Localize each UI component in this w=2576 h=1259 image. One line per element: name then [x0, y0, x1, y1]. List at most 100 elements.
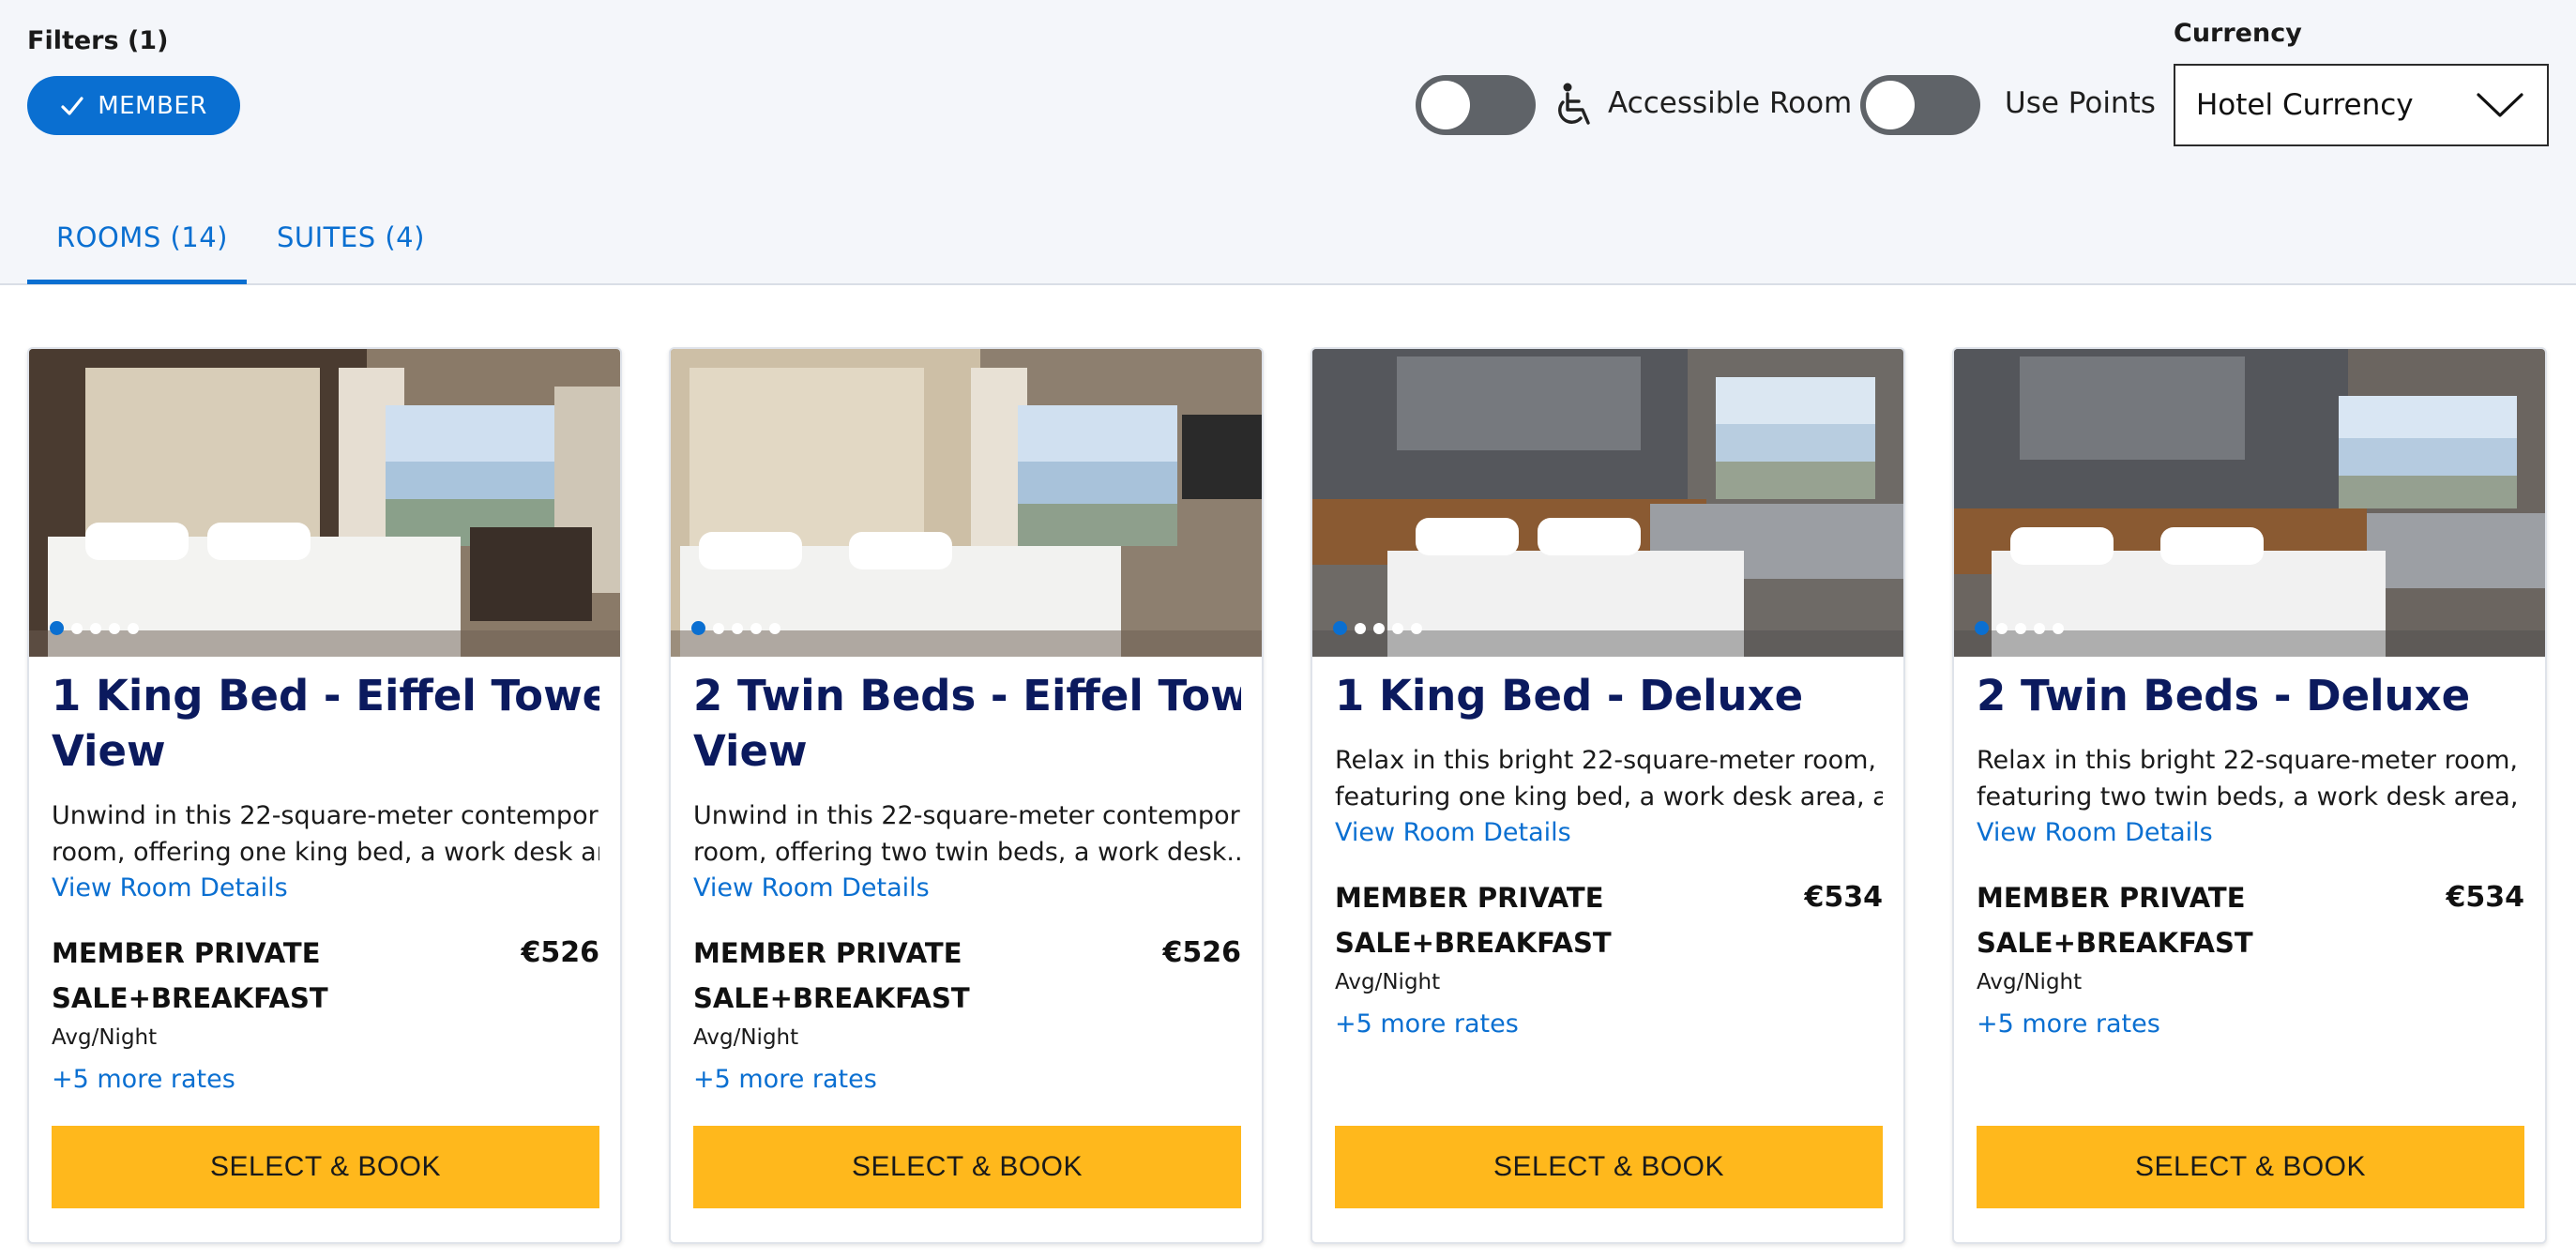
toggle-knob — [1421, 81, 1470, 129]
rate-name-line: MEMBER PRIVATE — [1335, 882, 1604, 914]
carousel-dots — [1333, 621, 1422, 635]
room-title-line: View — [693, 726, 808, 776]
room-card: 1 King Bed - Deluxe Relax in this bright… — [1311, 347, 1905, 1244]
wheelchair-icon — [1558, 83, 1590, 125]
room-title: 2 Twin Beds - Deluxe — [1977, 668, 2524, 723]
carousel-dot[interactable] — [1333, 621, 1347, 635]
rate-name: MEMBER PRIVATE SALE+BREAKFAST — [1335, 875, 1710, 965]
avg-night-label: Avg/Night — [1977, 970, 2083, 994]
carousel-dot[interactable] — [750, 622, 762, 634]
rate-price: €534 — [1804, 881, 1884, 914]
room-description-line: Relax in this bright 22-square-meter roo… — [1977, 746, 2519, 775]
room-description: Unwind in this 22-square-meter contempor… — [693, 797, 1241, 871]
rate-name-line: SALE+BREAKFAST — [52, 982, 328, 1014]
carousel-dot[interactable] — [50, 621, 64, 635]
rate-name-line: MEMBER PRIVATE — [52, 937, 321, 969]
filter-bar: Filters (1) MEMBER Accessible Room Use P… — [0, 0, 2576, 285]
rate-name-line: SALE+BREAKFAST — [693, 982, 970, 1014]
view-room-details-link[interactable]: View Room Details — [1335, 815, 1883, 851]
room-title: 1 King Bed - Deluxe — [1335, 668, 1883, 723]
carousel-dot[interactable] — [1975, 621, 1989, 635]
rate-row: MEMBER PRIVATE SALE+BREAKFAST €534 — [1977, 875, 2524, 965]
filters-label: Filters (1) — [27, 26, 169, 55]
carousel-dot[interactable] — [691, 621, 705, 635]
rate-name: MEMBER PRIVATE SALE+BREAKFAST — [693, 931, 1068, 1021]
rate-row: MEMBER PRIVATE SALE+BREAKFAST €526 — [52, 931, 599, 1021]
carousel-dot[interactable] — [109, 622, 120, 634]
chevron-down-icon — [2477, 93, 2523, 117]
member-filter-chip[interactable]: MEMBER — [27, 76, 240, 135]
room-description-line: featuring two twin beds, a work desk are… — [1977, 782, 2524, 812]
use-points-label: Use Points — [2005, 86, 2156, 120]
select-and-book-button[interactable]: SELECT & BOOK — [693, 1126, 1241, 1208]
room-title-line: 1 King Bed - Eiffel Tower — [52, 671, 599, 721]
carousel-dot[interactable] — [90, 622, 101, 634]
room-title: 1 King Bed - Eiffel Tower View — [52, 668, 599, 779]
avg-night-label: Avg/Night — [693, 1025, 799, 1050]
use-points-toggle[interactable] — [1860, 75, 1980, 135]
carousel-dot[interactable] — [732, 622, 743, 634]
room-photo[interactable] — [1312, 349, 1903, 657]
room-description-line: featuring one king bed, a work desk area… — [1335, 782, 1883, 812]
rate-row: MEMBER PRIVATE SALE+BREAKFAST €526 — [693, 931, 1241, 1021]
currency-selected-value: Hotel Currency — [2196, 88, 2414, 122]
room-card: 2 Twin Beds - Eiffel Tower View Unwind i… — [669, 347, 1264, 1244]
room-photo-image — [29, 349, 620, 657]
rate-row: MEMBER PRIVATE SALE+BREAKFAST €534 — [1335, 875, 1883, 965]
card-body: 2 Twin Beds - Eiffel Tower View Unwind i… — [693, 668, 1241, 1098]
carousel-dot[interactable] — [769, 622, 780, 634]
currency-label: Currency — [2174, 19, 2302, 48]
room-description-line: Unwind in this 22-square-meter contempor… — [52, 801, 599, 830]
room-photo[interactable] — [29, 349, 620, 657]
member-chip-label: MEMBER — [98, 91, 207, 120]
carousel-dot[interactable] — [128, 622, 139, 634]
room-photo[interactable] — [671, 349, 1262, 657]
card-body: 1 King Bed - Eiffel Tower View Unwind in… — [52, 668, 599, 1098]
carousel-dot[interactable] — [2015, 622, 2026, 634]
rate-price: €526 — [1162, 936, 1242, 969]
carousel-dot[interactable] — [1373, 622, 1385, 634]
rate-name: MEMBER PRIVATE SALE+BREAKFAST — [52, 931, 427, 1021]
carousel-dots — [1975, 621, 2064, 635]
avg-night-label: Avg/Night — [52, 1025, 158, 1050]
carousel-dot[interactable] — [1355, 622, 1366, 634]
room-title-line: 2 Twin Beds - Deluxe — [1977, 671, 2471, 721]
carousel-dots — [691, 621, 780, 635]
room-title-line: View — [52, 726, 166, 776]
rate-price: €526 — [521, 936, 600, 969]
room-photo-image — [671, 349, 1262, 657]
view-room-details-link[interactable]: View Room Details — [52, 871, 599, 906]
carousel-dot[interactable] — [1392, 622, 1403, 634]
tab-suites[interactable]: SUITES (4) — [277, 221, 425, 253]
select-and-book-button[interactable]: SELECT & BOOK — [1335, 1126, 1883, 1208]
carousel-dot[interactable] — [1411, 622, 1422, 634]
room-title-line: 1 King Bed - Deluxe — [1335, 671, 1804, 721]
room-description-line: Unwind in this 22-square-meter contempor… — [693, 801, 1241, 830]
view-room-details-link[interactable]: View Room Details — [1977, 815, 2524, 851]
carousel-dot[interactable] — [2034, 622, 2045, 634]
room-description-line: Relax in this bright 22-square-meter roo… — [1335, 746, 1877, 775]
card-body: 2 Twin Beds - Deluxe Relax in this brigh… — [1977, 668, 2524, 1042]
carousel-dot[interactable] — [713, 622, 724, 634]
room-card: 2 Twin Beds - Deluxe Relax in this brigh… — [1952, 347, 2547, 1244]
card-body: 1 King Bed - Deluxe Relax in this bright… — [1335, 668, 1883, 1042]
more-rates-link[interactable]: +5 more rates — [52, 1062, 599, 1098]
room-card: 1 King Bed - Eiffel Tower View Unwind in… — [27, 347, 622, 1244]
accessible-room-toggle[interactable] — [1416, 75, 1536, 135]
more-rates-link[interactable]: +5 more rates — [693, 1062, 1241, 1098]
more-rates-link[interactable]: +5 more rates — [1977, 1007, 2524, 1042]
carousel-dot[interactable] — [1996, 622, 2008, 634]
select-and-book-button[interactable]: SELECT & BOOK — [1977, 1126, 2524, 1208]
room-photo[interactable] — [1954, 349, 2545, 657]
currency-select[interactable]: Hotel Currency — [2174, 64, 2549, 146]
rate-name: MEMBER PRIVATE SALE+BREAKFAST — [1977, 875, 2352, 965]
rate-name-line: MEMBER PRIVATE — [693, 937, 962, 969]
carousel-dot[interactable] — [2053, 622, 2064, 634]
view-room-details-link[interactable]: View Room Details — [693, 871, 1241, 906]
room-description-line: room, offering one king bed, a work desk… — [52, 838, 599, 867]
toggle-knob — [1866, 81, 1915, 129]
more-rates-link[interactable]: +5 more rates — [1335, 1007, 1883, 1042]
tab-rooms[interactable]: ROOMS (14) — [56, 221, 228, 253]
select-and-book-button[interactable]: SELECT & BOOK — [52, 1126, 599, 1208]
carousel-dot[interactable] — [71, 622, 83, 634]
